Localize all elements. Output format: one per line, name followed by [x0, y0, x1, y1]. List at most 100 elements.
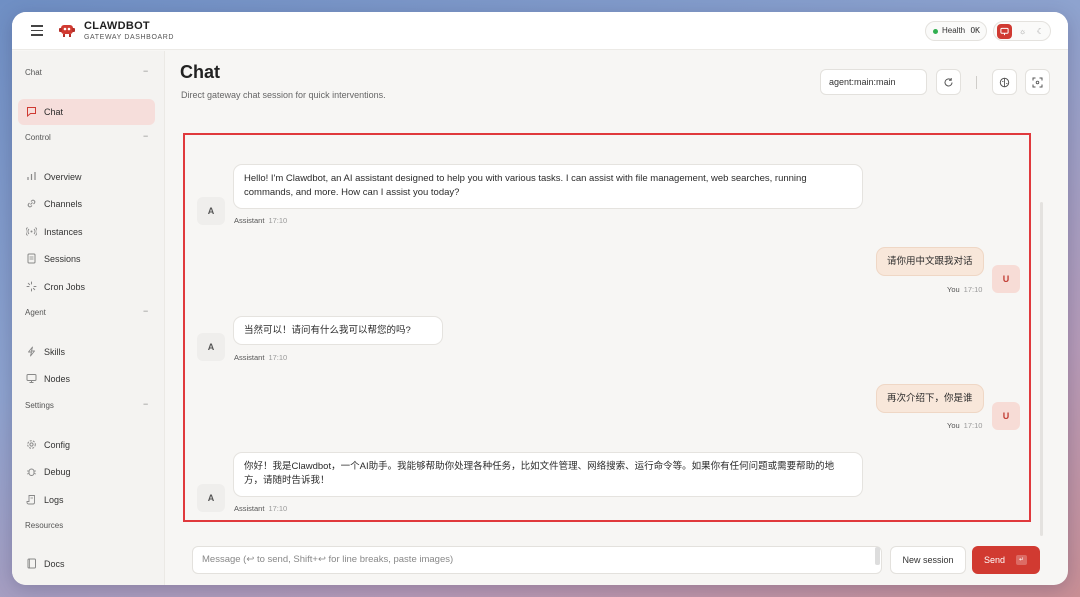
monitor-icon	[26, 373, 37, 384]
message-time: 17:10	[268, 353, 288, 362]
sidebar-item-instances[interactable]: Instances	[18, 219, 155, 245]
new-session-button[interactable]: New session	[890, 546, 966, 574]
theme-toggle: ☼ ☾	[993, 21, 1051, 41]
bug-icon	[26, 466, 37, 477]
collapse-icon[interactable]: −	[143, 306, 148, 316]
radio-icon	[25, 226, 38, 237]
collapse-icon[interactable]: −	[143, 66, 148, 76]
chat-scrollbar[interactable]	[1040, 202, 1043, 536]
message-time: 17:10	[963, 285, 983, 294]
message-sender: Assistant	[234, 353, 265, 362]
moon-icon[interactable]: ☾	[1033, 24, 1048, 39]
scroll-icon	[26, 494, 37, 505]
sidebar-item-label: Sessions	[44, 254, 81, 264]
message-meta: You 17:10	[947, 421, 982, 430]
zap-icon	[26, 346, 37, 357]
sidebar-item-chat[interactable]: Chat	[18, 99, 155, 125]
sidebar-item-label: Debug	[44, 467, 71, 477]
sidebar-item-label: Skills	[44, 347, 66, 357]
health-badge: Health OK	[925, 21, 987, 41]
message-time: 17:10	[268, 216, 288, 225]
message-meta: Assistant 17:10	[234, 216, 287, 225]
sidebar-item-debug[interactable]: Debug	[18, 459, 155, 485]
sidebar-item-docs[interactable]: Docs	[18, 551, 155, 577]
enter-key-icon: ↵	[1016, 555, 1027, 565]
user-message: 再次介绍下，你是谁	[876, 384, 984, 413]
sidebar-item-label: Cron Jobs	[44, 282, 86, 292]
page-subtitle: Direct gateway chat session for quick in…	[181, 90, 386, 100]
sidebar-item-config[interactable]: Config	[18, 432, 155, 458]
send-label: Send	[984, 555, 1006, 565]
book-icon	[26, 558, 37, 569]
sidebar-section-agent: Agent	[25, 308, 46, 317]
message-time: 17:10	[268, 504, 288, 513]
assistant-avatar: A	[197, 484, 225, 512]
settings-icon	[26, 439, 37, 450]
sidebar-section-chat: Chat	[25, 68, 42, 77]
sidebar-item-overview[interactable]: Overview	[18, 164, 155, 190]
sidebar-item-label: Channels	[44, 199, 83, 209]
sidebar-item-logs[interactable]: Logs	[18, 487, 155, 513]
health-status: OK	[970, 26, 980, 35]
message-sender: Assistant	[234, 216, 265, 225]
sun-icon[interactable]: ☼	[1015, 24, 1030, 39]
message-meta: You 17:10	[947, 285, 982, 294]
page-title: Chat	[180, 62, 220, 82]
assistant-avatar: A	[197, 197, 225, 225]
sidebar-section-control: Control	[25, 133, 51, 142]
message-input[interactable]: Message (↩ to send, Shift+↩ for line bre…	[192, 546, 882, 574]
user-avatar: U	[992, 265, 1020, 293]
user-avatar: U	[992, 402, 1020, 430]
sidebar-item-label: Docs	[44, 559, 65, 569]
message-meta: Assistant 17:10	[234, 353, 287, 362]
thinking-toggle-button[interactable]	[992, 69, 1017, 95]
assistant-message: 当然可以！请问有什么我可以帮您的吗?	[233, 316, 443, 345]
refresh-icon	[944, 78, 953, 87]
sidebar-item-label: Logs	[44, 495, 64, 505]
collapse-icon[interactable]: −	[143, 131, 148, 141]
sidebar-item-channels[interactable]: Channels	[18, 191, 155, 217]
sidebar-section-settings: Settings	[25, 401, 54, 410]
menu-icon[interactable]	[31, 25, 43, 36]
user-message: 请你用中文跟我对话	[876, 247, 984, 276]
message-sender: You	[947, 421, 960, 430]
app-window: CLAWDBOT GATEWAY DASHBOARD Health OK ☼ ☾…	[12, 12, 1068, 585]
session-select[interactable]: agent:main:main	[820, 69, 927, 95]
sidebar-item-sessions[interactable]: Sessions	[18, 246, 155, 272]
top-bar: CLAWDBOT GATEWAY DASHBOARD Health OK ☼ ☾	[12, 12, 1068, 50]
collapse-icon[interactable]: −	[143, 399, 148, 409]
send-button[interactable]: Send ↵	[972, 546, 1040, 574]
file-text-icon	[26, 253, 37, 264]
status-dot-icon	[933, 29, 938, 34]
loader-icon	[26, 281, 37, 292]
sidebar-section-resources: Resources	[25, 521, 64, 530]
sidebar: Chat − Chat Control − Overview Channels	[12, 51, 165, 585]
bar-chart-icon	[26, 171, 37, 182]
toolbar-divider	[976, 76, 977, 89]
message-square-icon	[26, 106, 37, 118]
monitor-icon[interactable]	[997, 24, 1012, 39]
health-label: Health	[942, 26, 966, 35]
sidebar-item-cron-jobs[interactable]: Cron Jobs	[18, 274, 155, 300]
sidebar-item-nodes[interactable]: Nodes	[18, 366, 155, 392]
message-time: 17:10	[963, 421, 983, 430]
focus-icon	[1032, 77, 1043, 88]
sidebar-item-skills[interactable]: Skills	[18, 339, 155, 365]
sidebar-item-label: Config	[44, 440, 71, 450]
sidebar-item-label: Overview	[44, 172, 82, 182]
resize-handle[interactable]	[875, 547, 880, 565]
brand-subtitle: GATEWAY DASHBOARD	[84, 34, 175, 41]
brain-icon	[999, 77, 1010, 88]
focus-mode-button[interactable]	[1025, 69, 1050, 95]
assistant-message: Hello! I'm Clawdbot, an AI assistant des…	[233, 164, 863, 209]
message-sender: You	[947, 285, 960, 294]
assistant-avatar: A	[197, 333, 225, 361]
brand-title: CLAWDBOT	[84, 20, 150, 32]
sidebar-item-label: Nodes	[44, 374, 71, 384]
message-sender: Assistant	[234, 504, 265, 513]
sidebar-item-label: Instances	[44, 227, 83, 237]
link-icon	[26, 198, 37, 209]
refresh-button[interactable]	[936, 69, 961, 95]
sidebar-item-label: Chat	[44, 107, 64, 117]
message-meta: Assistant 17:10	[234, 504, 287, 513]
